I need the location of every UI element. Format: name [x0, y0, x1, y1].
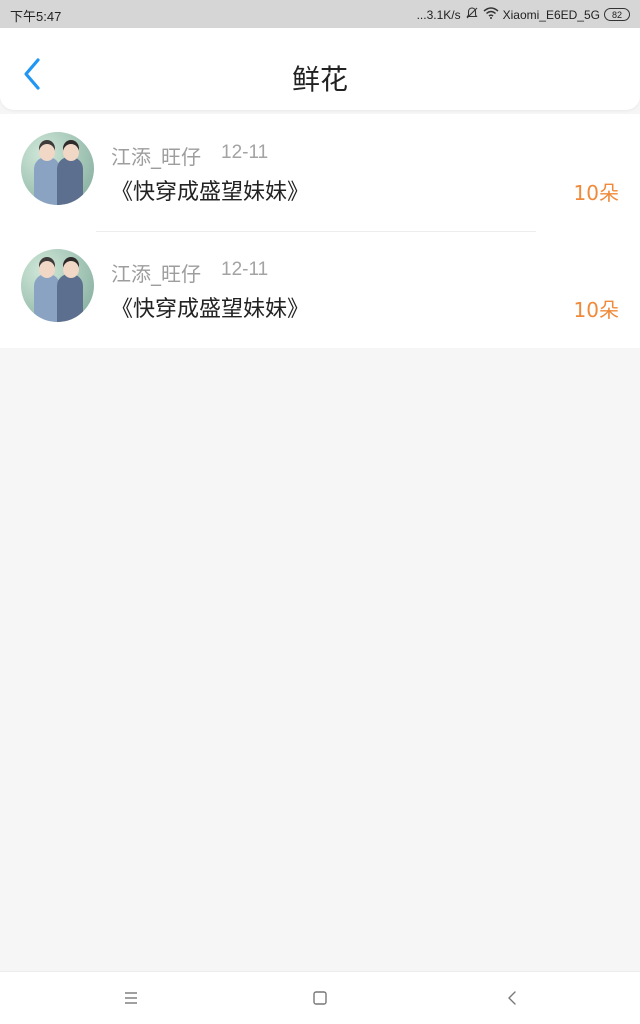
- avatar-head: [39, 144, 55, 161]
- status-time: 下午5:47: [10, 9, 62, 24]
- home-button[interactable]: [309, 987, 331, 1009]
- username: 江添_旺仔: [111, 262, 201, 286]
- flower-list: 江添_旺仔 12-11 《快穿成盛望妹妹》 10朵 江添_旺仔 12-11 《快…: [0, 114, 640, 348]
- avatar-figure: [57, 157, 83, 205]
- menu-icon: [125, 992, 137, 1004]
- menu-button[interactable]: [120, 987, 142, 1009]
- avatar[interactable]: [21, 132, 94, 205]
- username: 江添_旺仔: [111, 145, 201, 169]
- avatar-head: [63, 261, 79, 278]
- home-icon: [313, 991, 327, 1005]
- avatar[interactable]: [21, 249, 94, 322]
- wifi-icon: [483, 7, 499, 22]
- battery-indicator: 82: [604, 8, 630, 21]
- flower-count: 10朵: [573, 298, 619, 322]
- network-speed: ...3.1K/s: [416, 7, 461, 22]
- book-title[interactable]: 《快穿成盛望妹妹》: [111, 291, 309, 323]
- date: 12-11: [221, 259, 269, 280]
- list-item[interactable]: 江添_旺仔 12-11 《快穿成盛望妹妹》 10朵: [0, 114, 640, 231]
- page-title: 鲜花: [291, 63, 348, 96]
- avatar-figure: [57, 274, 83, 322]
- header: 鲜花: [0, 28, 640, 110]
- system-nav-bar: [0, 971, 640, 1024]
- status-bar: 下午5:47 ...3.1K/s Xiaomi_E6ED_5G 82: [0, 0, 640, 28]
- status-right: ...3.1K/s Xiaomi_E6ED_5G 82: [417, 6, 630, 23]
- list-item[interactable]: 江添_旺仔 12-11 《快穿成盛望妹妹》 10朵: [0, 231, 640, 348]
- avatar-head: [63, 144, 79, 161]
- flower-count: 10朵: [573, 181, 619, 205]
- wifi-name: Xiaomi_E6ED_5G: [502, 7, 600, 22]
- date: 12-11: [221, 142, 269, 163]
- book-title[interactable]: 《快穿成盛望妹妹》: [111, 174, 309, 206]
- system-back-button[interactable]: [501, 987, 523, 1009]
- back-icon: [508, 991, 516, 1005]
- avatar-head: [39, 261, 55, 278]
- mute-bell-icon: [465, 6, 479, 23]
